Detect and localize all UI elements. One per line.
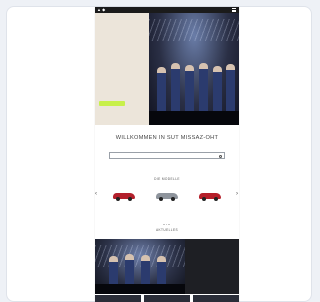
news-text-panel: [185, 239, 239, 294]
hamburger-menu-icon[interactable]: [232, 8, 236, 13]
presenter-figure: [185, 65, 194, 113]
car-card[interactable]: [197, 190, 223, 204]
stage-truss: [149, 19, 239, 41]
news-feature[interactable]: [95, 239, 239, 294]
carousel-prev-icon[interactable]: ‹: [95, 191, 97, 197]
models-heading: DIE MODELLE: [154, 177, 180, 181]
search-icon[interactable]: [219, 154, 222, 158]
car-wheel: [159, 197, 163, 201]
news-event-photo: [95, 239, 185, 294]
carousel-dots[interactable]: [163, 212, 173, 225]
car-card[interactable]: [111, 190, 137, 204]
search-input[interactable]: [109, 152, 225, 159]
welcome-heading: WILLKOMMEN IN SUT MISSAZ-OHT: [115, 135, 219, 141]
car-wheel: [202, 197, 206, 201]
presenter-figure: [171, 63, 180, 113]
presenter-figure: [213, 66, 222, 113]
presenter-figure: [226, 64, 235, 113]
presenter-figure: [109, 256, 118, 286]
hero-text-panel: [95, 13, 149, 125]
news-thumbnail[interactable]: [95, 295, 141, 302]
car-wheel: [128, 197, 132, 201]
car-wheel: [171, 197, 175, 201]
car-wheel: [116, 197, 120, 201]
news-thumbnail[interactable]: [193, 295, 239, 302]
car-card[interactable]: [154, 190, 180, 204]
carousel-next-icon[interactable]: ›: [236, 191, 238, 197]
news-thumbnails: [95, 295, 239, 302]
hero-cta-button[interactable]: [99, 101, 125, 106]
news-heading: AKTUELLES: [155, 228, 179, 232]
hero-section: [95, 13, 239, 125]
presenter-figure: [125, 254, 134, 286]
stage-floor: [95, 284, 185, 294]
website-page: ▲ ◆ WILLKOMMEN IN SUT MISSAZ-OHT DIE MOD…: [95, 7, 239, 302]
hero-event-photo: [149, 13, 239, 125]
car-wheel: [214, 197, 218, 201]
presenter-figure: [199, 63, 208, 113]
news-thumbnail[interactable]: [144, 295, 190, 302]
presenter-figure: [141, 255, 150, 286]
presenter-figure: [157, 67, 166, 113]
stage-floor: [149, 111, 239, 125]
presenter-figure: [157, 256, 166, 286]
